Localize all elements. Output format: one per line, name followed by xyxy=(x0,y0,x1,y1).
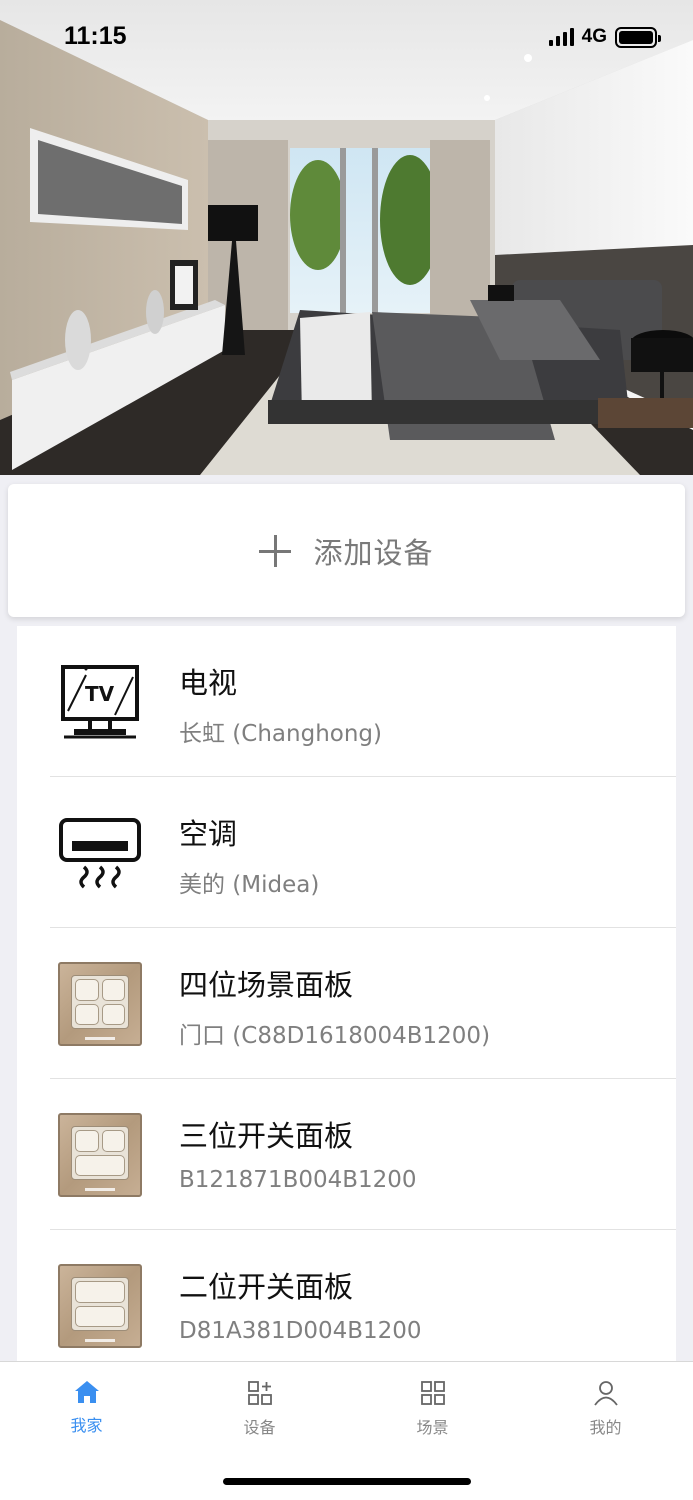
device-name: 二位开关面板 xyxy=(179,1270,354,1304)
device-subtitle: B121871B004B1200 xyxy=(179,1167,417,1193)
plus-icon xyxy=(259,534,292,567)
add-device-label: 添加设备 xyxy=(313,535,434,570)
cellular-signal-icon xyxy=(548,28,574,46)
tv-icon: TV xyxy=(50,658,150,746)
scenes-icon xyxy=(420,1381,445,1405)
status-bar: 11:15 4G xyxy=(0,0,693,78)
device-name: 空调 xyxy=(179,817,238,851)
home-icon xyxy=(74,1381,99,1403)
add-device-button[interactable]: 添加设备 xyxy=(8,484,685,617)
device-row-tv[interactable]: TV 电视 长虹 (Changhong) xyxy=(17,626,676,777)
device-row-two-switch-panel[interactable]: 二位开关面板 D81A381D004B1200 xyxy=(17,1230,676,1361)
device-subtitle: 美的 (Midea) xyxy=(179,872,320,898)
profile-icon xyxy=(593,1381,618,1406)
network-type: 4G xyxy=(581,26,607,47)
device-row-three-switch-panel[interactable]: 三位开关面板 B121871B004B1200 xyxy=(17,1079,676,1230)
home-indicator xyxy=(223,1478,471,1485)
four-button-panel-icon xyxy=(50,960,150,1048)
status-time: 11:15 xyxy=(64,22,127,50)
tab-profile[interactable]: 我的 xyxy=(519,1362,692,1462)
status-indicators: 4G xyxy=(548,26,661,48)
tab-home[interactable]: 我家 xyxy=(0,1362,173,1462)
tab-scenes-label: 场景 xyxy=(416,1418,449,1437)
device-name: 四位场景面板 xyxy=(179,968,354,1002)
device-name: 三位开关面板 xyxy=(179,1119,354,1153)
tab-devices[interactable]: 设备 xyxy=(173,1362,346,1462)
devices-icon xyxy=(247,1381,272,1405)
device-row-air-conditioner[interactable]: 空调 美的 (Midea) xyxy=(17,777,676,928)
two-button-panel-icon xyxy=(50,1262,150,1350)
device-subtitle: D81A381D004B1200 xyxy=(179,1318,422,1344)
tab-devices-label: 设备 xyxy=(243,1418,276,1437)
device-subtitle: 门口 (C88D1618004B1200) xyxy=(179,1023,491,1049)
tab-profile-label: 我的 xyxy=(589,1418,622,1437)
device-name: 电视 xyxy=(179,666,238,700)
svg-text:TV: TV xyxy=(85,682,115,706)
battery-icon xyxy=(615,26,661,48)
device-list: TV 电视 长虹 (Changhong) 空调 美的 (Midea) 四位场景面… xyxy=(17,626,676,1361)
air-conditioner-icon xyxy=(50,809,150,897)
device-subtitle: 长虹 (Changhong) xyxy=(179,721,382,747)
tab-scenes[interactable]: 场景 xyxy=(346,1362,519,1462)
home-screen: 11:15 4G 添加设备 TV 电视 长虹 (Changhong) 空调 美的… xyxy=(0,0,693,1500)
device-row-four-scene-panel[interactable]: 四位场景面板 门口 (C88D1618004B1200) xyxy=(17,928,676,1079)
three-button-panel-icon xyxy=(50,1111,150,1199)
tab-home-label: 我家 xyxy=(70,1416,103,1435)
